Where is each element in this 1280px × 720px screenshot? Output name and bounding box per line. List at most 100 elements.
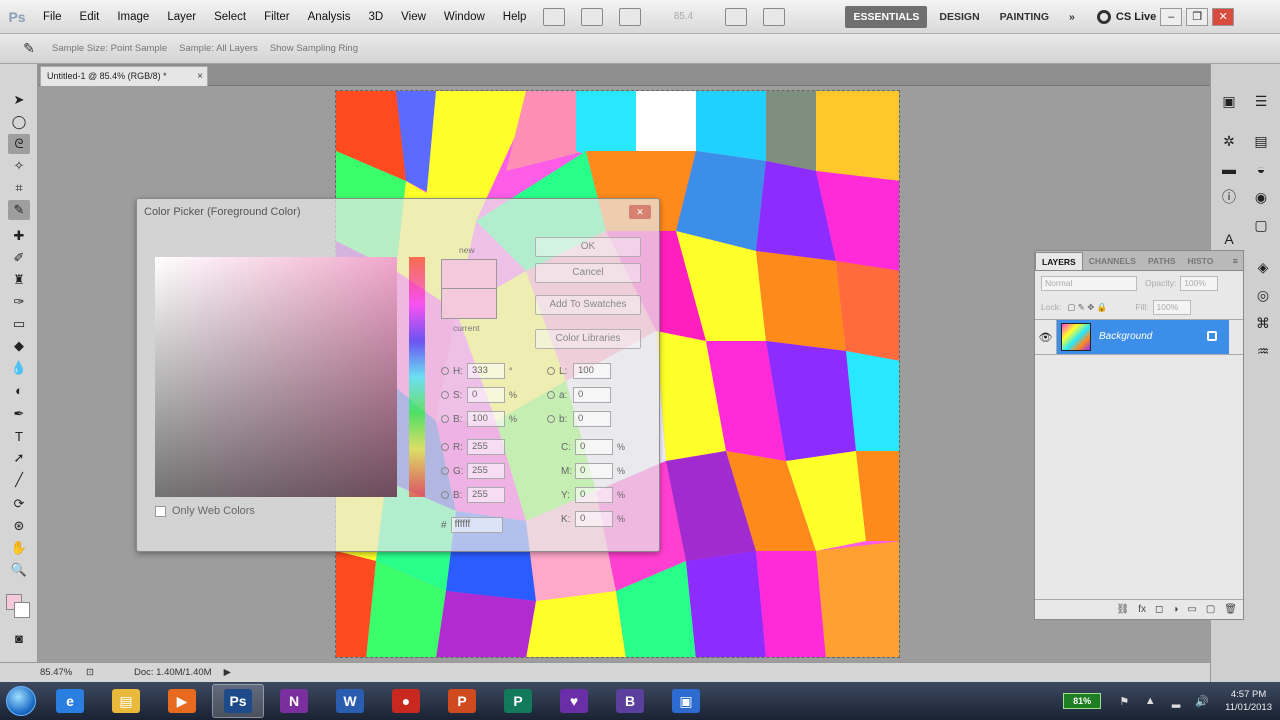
cmyk-k-row[interactable]: K: 0 % [561, 511, 625, 527]
radio-icon[interactable] [547, 415, 555, 423]
taskbar-app-word[interactable]: W [324, 684, 376, 718]
menu-image[interactable]: Image [108, 0, 158, 34]
new-layer-icon[interactable]: ▢ [1206, 604, 1215, 615]
radio-icon[interactable] [441, 415, 449, 423]
layer-name[interactable]: Background [1099, 320, 1152, 354]
screen-mode-icon[interactable] [763, 7, 786, 26]
green-input[interactable]: 255 [467, 463, 505, 479]
cyan-input[interactable]: 0 [575, 439, 613, 455]
workspace-essentials-button[interactable]: ESSENTIALS [845, 5, 928, 28]
line-tool-icon[interactable]: ╱ [8, 470, 30, 490]
crop-tool-icon[interactable]: ⌗ [8, 178, 30, 198]
add-to-swatches-button[interactable]: Add To Swatches [535, 295, 641, 315]
panel-menu-icon[interactable]: ≡ [1228, 252, 1243, 270]
delete-layer-icon[interactable]: 🗑 [1224, 604, 1237, 615]
eyedropper-tool-icon[interactable]: ✎ [8, 200, 30, 220]
more-workspaces-button[interactable]: » [1061, 6, 1083, 28]
new-group-icon[interactable]: ▭ [1187, 604, 1196, 615]
clone-stamp-tool-icon[interactable]: ♜ [8, 270, 30, 290]
hsb-b-row[interactable]: B: 100 % [441, 411, 517, 427]
menu-3d[interactable]: 3D [359, 0, 392, 34]
menu-view[interactable]: View [392, 0, 435, 34]
color-libraries-button[interactable]: Color Libraries [535, 329, 641, 349]
cmyk-m-row[interactable]: M: 0 % [561, 463, 625, 479]
hue-input[interactable]: 333 [467, 363, 505, 379]
menu-file[interactable]: File [34, 0, 71, 34]
menu-help[interactable]: Help [494, 0, 536, 34]
sample-layers-dropdown[interactable]: Sample: All Layers [179, 43, 258, 54]
quick-mask-icon[interactable]: ◙ [8, 628, 30, 648]
marquee-tool-icon[interactable]: ◯ [8, 112, 30, 132]
lab-b-input[interactable]: 0 [573, 411, 611, 427]
clock[interactable]: 4:57 PM 11/01/2013 [1225, 688, 1272, 714]
restore-button[interactable]: ❐ [1186, 7, 1209, 26]
bridge-icon[interactable] [543, 7, 566, 26]
info-panel-icon[interactable]: ⓘ [1217, 186, 1241, 208]
tray-expand-icon[interactable]: ▲ [1142, 693, 1158, 709]
view-extras-icon[interactable] [619, 7, 642, 26]
color-field[interactable] [155, 257, 397, 497]
zoom-tool-icon[interactable]: 🔍 [8, 560, 30, 580]
lab-a-row[interactable]: a: 0 [547, 387, 611, 403]
taskbar-app-powerpoint[interactable]: P [436, 684, 488, 718]
menu-select[interactable]: Select [205, 0, 255, 34]
checkbox-icon[interactable] [155, 505, 166, 517]
pen-tool-icon[interactable]: ✒ [8, 404, 30, 424]
tab-paths[interactable]: PATHS [1142, 252, 1182, 270]
radio-icon[interactable] [441, 467, 449, 475]
menu-window[interactable]: Window [435, 0, 494, 34]
brush-presets-panel-icon[interactable]: ▬ [1217, 158, 1241, 180]
rgb-r-row[interactable]: R: 255 [441, 439, 505, 455]
start-button[interactable] [0, 682, 42, 720]
hex-row[interactable]: # ffffff [441, 517, 503, 533]
radio-icon[interactable] [441, 367, 449, 375]
layer-style-icon[interactable]: fx [1138, 604, 1146, 615]
blue-input[interactable]: 255 [467, 487, 505, 503]
network-icon[interactable]: ▂ [1168, 693, 1184, 709]
masks-panel-icon[interactable]: ◎ [1251, 284, 1275, 306]
layer-row-background[interactable]: 👁 Background [1035, 319, 1243, 355]
layer-mask-icon[interactable]: ◻ [1155, 604, 1163, 615]
eyedropper-icon[interactable]: ✎ [18, 39, 40, 59]
only-web-colors-checkbox[interactable]: Only Web Colors [155, 505, 255, 517]
hex-input[interactable]: ffffff [450, 517, 503, 533]
taskbar-app-app-blue[interactable]: ▣ [660, 684, 712, 718]
taskbar-app-windows-explorer[interactable]: ▤ [100, 684, 152, 718]
menu-analysis[interactable]: Analysis [299, 0, 360, 34]
workspace-design-button[interactable]: DESIGN [931, 6, 987, 28]
eraser-tool-icon[interactable]: ▭ [8, 314, 30, 334]
taskbar-app-onenote[interactable]: N [268, 684, 320, 718]
transform-panel-icon[interactable]: ⌘ [1251, 312, 1275, 334]
actions-panel-icon[interactable]: ✲ [1217, 130, 1241, 152]
dodge-tool-icon[interactable]: ◐ [8, 380, 30, 400]
menu-layer[interactable]: Layer [158, 0, 205, 34]
taskbar-app-media-player[interactable]: ▶ [156, 684, 208, 718]
3d-rotate-tool-icon[interactable]: ⟳ [8, 494, 30, 514]
visibility-eye-icon[interactable]: 👁 [1035, 319, 1057, 355]
taskbar-app-app-violet[interactable]: B [604, 684, 656, 718]
show-sampling-ring-checkbox[interactable]: Show Sampling Ring [270, 43, 358, 54]
brightness-input[interactable]: 100 [467, 411, 505, 427]
black-input[interactable]: 0 [575, 511, 613, 527]
radio-icon[interactable] [441, 443, 449, 451]
workspace-painting-button[interactable]: PAINTING [992, 6, 1057, 28]
hsb-s-row[interactable]: S: 0 % [441, 387, 517, 403]
volume-icon[interactable]: 🔊 [1194, 693, 1210, 709]
taskbar-app-photoshop[interactable]: Ps [212, 684, 264, 718]
notes-panel-icon[interactable]: ▢ [1249, 214, 1273, 236]
action-center-icon[interactable]: ⚑ [1116, 693, 1132, 709]
clone-source-panel-icon[interactable]: ▤ [1249, 130, 1273, 152]
tab-channels[interactable]: CHANNELS [1083, 252, 1142, 270]
red-input[interactable]: 255 [467, 439, 505, 455]
paths-panel-icon[interactable]: ♒ [1251, 340, 1275, 362]
lasso-tool-icon[interactable]: ᘓ [8, 134, 30, 154]
cs-live-button[interactable]: CS Live [1096, 9, 1156, 24]
type-tool-icon[interactable]: T [8, 426, 30, 446]
hand-tool-icon[interactable]: ✋ [8, 538, 30, 558]
lab-l-row[interactable]: L: 100 [547, 363, 611, 379]
tab-layers[interactable]: LAYERS [1035, 252, 1083, 270]
close-button[interactable]: ✕ [1212, 7, 1235, 26]
paint-bucket-tool-icon[interactable]: ◆ [8, 336, 30, 356]
radio-icon[interactable] [441, 391, 449, 399]
cmyk-y-row[interactable]: Y: 0 % [561, 487, 625, 503]
